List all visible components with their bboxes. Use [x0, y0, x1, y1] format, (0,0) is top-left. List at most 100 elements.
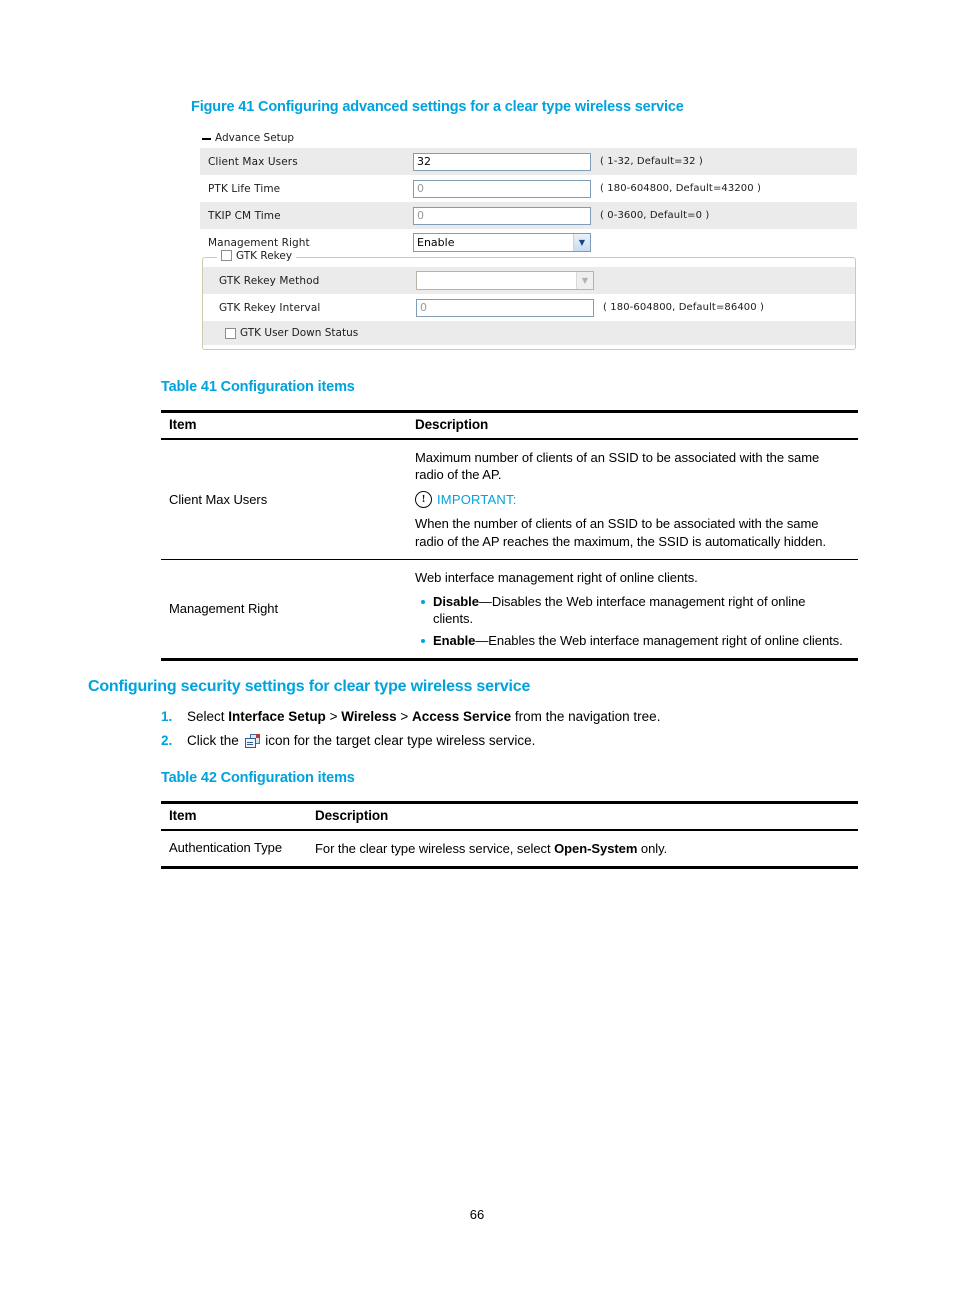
field-client-max-users[interactable] — [413, 152, 591, 171]
chevron-down-icon: ▼ — [576, 272, 593, 289]
step-1-number: 1. — [161, 709, 173, 724]
bullet-text-enable: —Enables the Web interface management ri… — [475, 632, 843, 648]
table42: Item Description Authentication Type For… — [161, 801, 858, 870]
gtk-rekey-checkbox[interactable] — [221, 250, 232, 261]
icon-line-2 — [246, 744, 253, 746]
gtk-rekey-section: GTK Rekey GTK Rekey Method ▼ GTK Rekey I… — [200, 250, 857, 350]
bullet-term-disable: Disable — [433, 593, 479, 609]
client-max-users-input[interactable] — [413, 152, 591, 171]
table41-header-row: Item Description — [161, 410, 858, 440]
step-1-text: Select Interface Setup > Wireless > Acce… — [187, 708, 861, 726]
table42-desc-bold: Open-System — [554, 841, 638, 856]
label-gtk-rekey-interval: GTK Rekey Interval — [219, 301, 321, 314]
advance-setup-header[interactable]: Advance Setup — [200, 128, 857, 148]
table42-header-row: Item Description — [161, 801, 858, 831]
table42-row1-description: For the clear type wireless service, sel… — [307, 830, 858, 870]
table41-row1-item: Client Max Users — [161, 439, 407, 560]
step-1-bold-wireless: Wireless — [341, 709, 397, 724]
access-service-config-icon — [244, 734, 260, 749]
table42-desc-pre: For the clear type wireless service, sel… — [315, 841, 555, 856]
label-ptk-life-time: PTK Life Time — [208, 182, 281, 195]
form-row-client-max-users: Client Max Users ( 1-32, Default=32 ) — [200, 148, 857, 175]
label-gtk-user-down-status: GTK User Down Status — [240, 327, 359, 339]
gtk-rekey-interval-input[interactable] — [416, 298, 594, 317]
bullet-term-enable: Enable — [433, 632, 476, 648]
hint-gtk-rekey-interval: ( 180-604800, Default=86400 ) — [603, 302, 765, 313]
table-row: Management Right Web interface managemen… — [161, 559, 858, 662]
table41-row2-description: Web interface management right of online… — [407, 559, 858, 662]
table42-header-description: Description — [307, 801, 858, 831]
step-2: 2. Click the icon for the target clear t… — [161, 732, 861, 750]
field-gtk-rekey-interval[interactable] — [416, 298, 594, 317]
important-note-heading: ! IMPORTANT: — [415, 491, 848, 509]
gtk-rekey-legend-label: GTK Rekey — [236, 250, 293, 262]
table41-caption: Table 41 Configuration items — [161, 379, 355, 395]
icon-sheet-front — [244, 738, 256, 749]
field-gtk-rekey-method[interactable]: ▼ — [416, 271, 594, 290]
advance-setup-screenshot: Advance Setup Client Max Users ( 1-32, D… — [200, 128, 857, 350]
exclamation-icon: ! — [415, 491, 432, 509]
collapse-minus-icon[interactable] — [202, 138, 211, 140]
table41: Item Description Client Max Users Maximu… — [161, 410, 858, 662]
management-right-selected-value: Enable — [417, 236, 455, 249]
step-1-bold-access-service: Access Service — [412, 709, 512, 724]
table41-row2-item: Management Right — [161, 559, 407, 662]
form-row-ptk-life-time: PTK Life Time ( 180-604800, Default=4320… — [200, 175, 857, 202]
form-row-gtk-rekey-interval: GTK Rekey Interval ( 180-604800, Default… — [203, 294, 855, 321]
hint-client-max-users: ( 1-32, Default=32 ) — [600, 156, 703, 167]
page-number: 66 — [469, 1207, 485, 1222]
list-item: Enable—Enables the Web interface managem… — [421, 632, 848, 649]
gtk-rekey-body: GTK Rekey Method ▼ GTK Rekey Interval 0 … — [203, 258, 855, 345]
list-item: Disable—Disables the Web interface manag… — [421, 593, 848, 628]
field-management-right[interactable]: Enable ▼ — [413, 233, 591, 252]
advance-setup-title: Advance Setup — [215, 132, 295, 144]
step-2-number: 2. — [161, 733, 173, 749]
form-row-tkip-cm-time: TKIP CM Time ( 0-3600, Default=0 ) — [200, 202, 857, 229]
label-gtk-rekey-method: GTK Rekey Method — [219, 274, 320, 287]
label-client-max-users: Client Max Users — [208, 155, 298, 168]
icon-line-1 — [246, 742, 253, 744]
hint-ptk-life-time: ( 180-604800, Default=43200 ) — [600, 183, 762, 194]
table42-caption: Table 42 Configuration items — [161, 770, 355, 786]
field-tkip-cm-time[interactable] — [413, 206, 591, 225]
step-1-sep1: > — [325, 709, 342, 724]
step-1-sep2: > — [396, 709, 413, 724]
table42-header-item: Item — [161, 801, 307, 831]
table41-row2-bullet-list: Disable—Disables the Web interface manag… — [415, 593, 848, 649]
form-row-gtk-user-down-status[interactable]: GTK User Down Status — [203, 321, 855, 345]
table-row: Client Max Users Maximum number of clien… — [161, 439, 858, 560]
step-1-bold-interface-setup: Interface Setup — [228, 709, 326, 724]
table42-row1-item: Authentication Type — [161, 830, 307, 870]
chevron-down-icon[interactable]: ▼ — [573, 234, 590, 251]
label-management-right: Management Right — [208, 236, 310, 249]
form-row-gtk-rekey-method: GTK Rekey Method ▼ — [203, 267, 855, 294]
gtk-rekey-method-select[interactable]: ▼ — [416, 271, 594, 290]
table42-desc-post: only. — [637, 841, 668, 856]
form-row-management-right: Management Right Enable ▼ — [200, 229, 857, 256]
hint-tkip-cm-time: ( 0-3600, Default=0 ) — [600, 210, 710, 221]
icon-badge-dot — [255, 734, 260, 739]
step-2-post: icon for the target clear type wireless … — [261, 733, 536, 749]
document-page: Figure 41 Configuring advanced settings … — [0, 0, 954, 1296]
table41-row1-description: Maximum number of clients of an SSID to … — [407, 439, 858, 560]
management-right-select[interactable]: Enable ▼ — [413, 233, 591, 252]
tkip-cm-time-input[interactable] — [413, 206, 591, 225]
table41-header-description: Description — [407, 410, 858, 440]
step-1-pre: Select — [187, 709, 229, 724]
step-2-text: Click the icon for the target clear type… — [187, 732, 861, 750]
procedure-steps: 1. Select Interface Setup > Wireless > A… — [161, 708, 861, 756]
table-row: Authentication Type For the clear type w… — [161, 830, 858, 870]
step-2-pre: Click the — [187, 733, 243, 749]
step-1-post: from the navigation tree. — [511, 709, 661, 724]
figure-caption: Figure 41 Configuring advanced settings … — [191, 99, 684, 115]
section-heading: Configuring security settings for clear … — [88, 678, 531, 695]
step-1: 1. Select Interface Setup > Wireless > A… — [161, 708, 861, 726]
field-ptk-life-time[interactable] — [413, 179, 591, 198]
ptk-life-time-input[interactable] — [413, 179, 591, 198]
table41-row1-paragraph2: When the number of clients of an SSID to… — [415, 516, 827, 549]
table41-row2-paragraph1: Web interface management right of online… — [415, 569, 698, 585]
gtk-user-down-status-checkbox[interactable] — [225, 327, 236, 339]
label-tkip-cm-time: TKIP CM Time — [208, 209, 281, 222]
gtk-rekey-legend[interactable]: GTK Rekey — [217, 250, 297, 262]
table41-row1-paragraph1: Maximum number of clients of an SSID to … — [415, 450, 820, 483]
